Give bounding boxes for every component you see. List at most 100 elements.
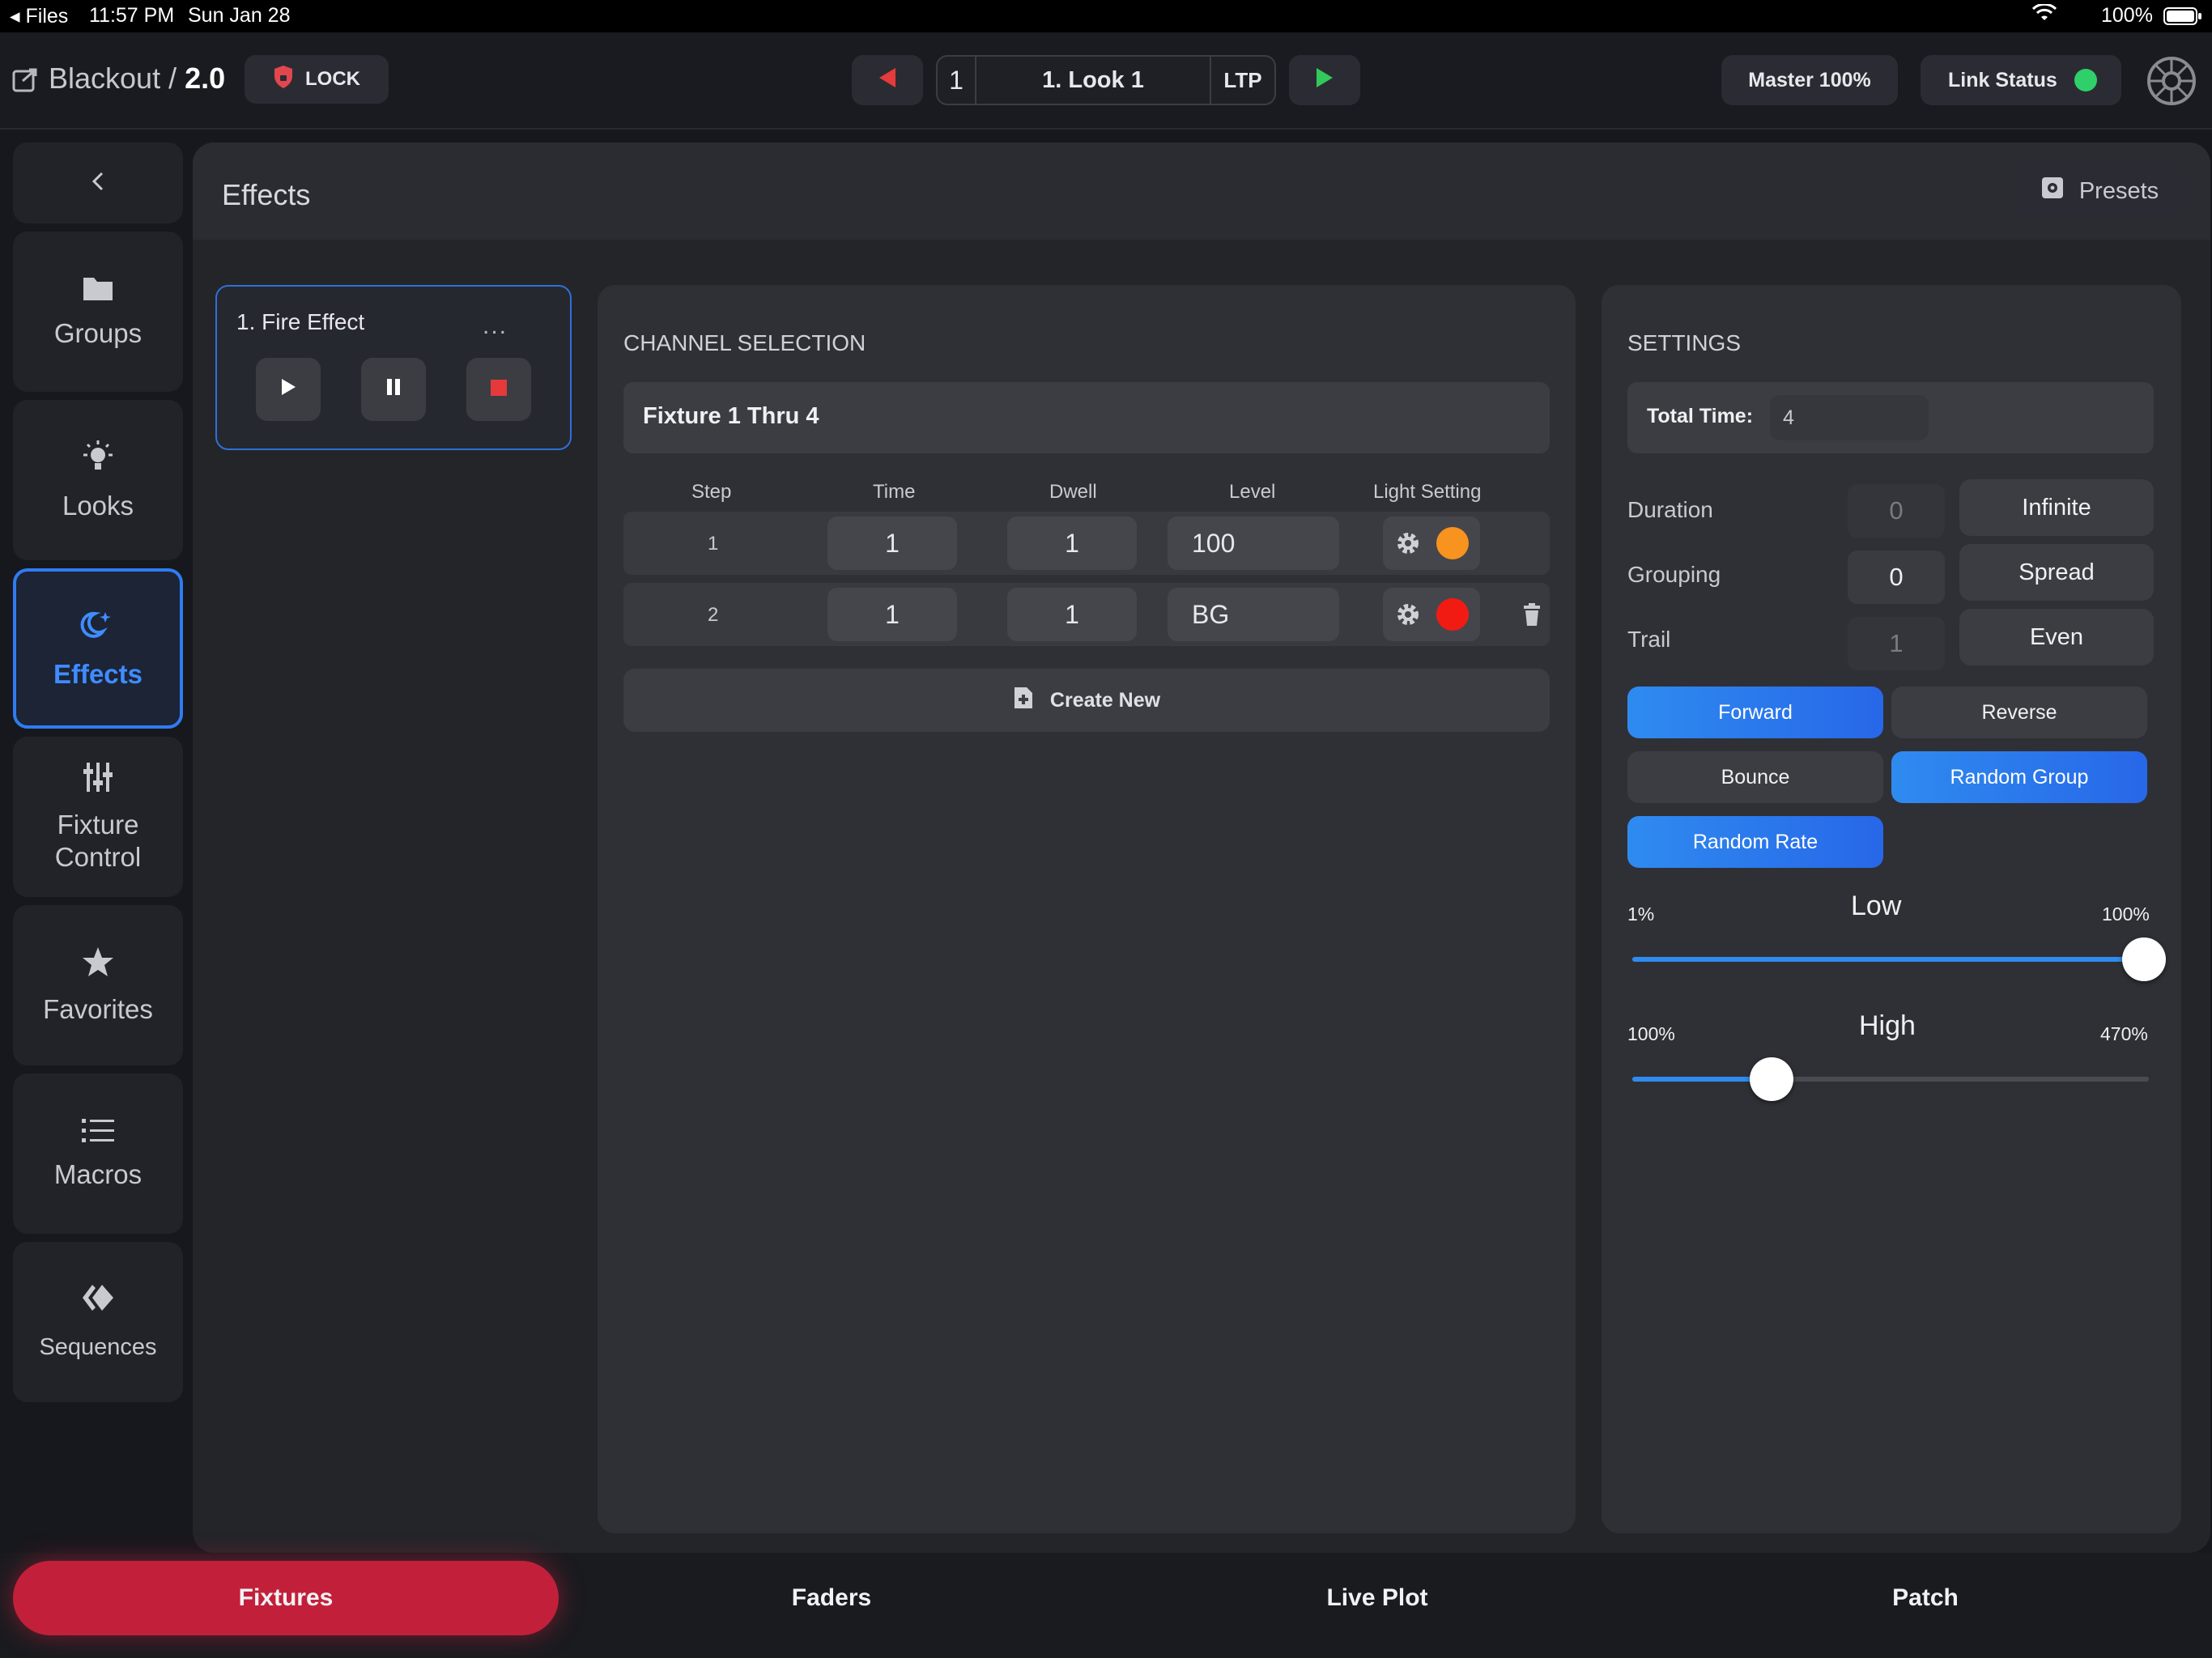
light-color-swatch[interactable] — [1436, 527, 1469, 559]
page-title: Effects — [222, 178, 311, 211]
shield-icon — [273, 65, 294, 95]
sequence-diamond-icon — [81, 1282, 115, 1323]
sidebar-collapse-button[interactable] — [13, 142, 183, 223]
sidebar-item-label: Macros — [53, 1158, 143, 1189]
star-icon — [81, 946, 115, 985]
moon-stars-icon — [80, 607, 116, 650]
dwell-input[interactable]: 1 — [1007, 588, 1137, 641]
duration-input[interactable]: 0 — [1848, 484, 1945, 538]
presets-label: Presets — [2078, 177, 2159, 204]
level-input[interactable]: 100 — [1168, 517, 1339, 570]
gear-icon — [1396, 531, 1420, 559]
sidebar-item-sequences[interactable]: Sequences — [13, 1242, 183, 1402]
stop-icon — [490, 377, 508, 402]
presets-button[interactable]: Presets — [2013, 165, 2186, 217]
settings-heading: SETTINGS — [1627, 330, 1742, 355]
column-header-level: Level — [1229, 481, 1276, 503]
sidebar-item-looks[interactable]: Looks — [13, 400, 183, 560]
status-time: 11:57 PM — [89, 4, 175, 27]
high-slider-max: 470% — [2100, 1023, 2148, 1044]
effect-stop-button[interactable] — [466, 358, 531, 421]
channel-selection-heading: CHANNEL SELECTION — [623, 330, 866, 355]
low-slider-min: 1% — [1627, 903, 1655, 925]
sidebar-item-effects[interactable]: Effects — [13, 568, 183, 729]
previous-cue-button[interactable] — [852, 55, 923, 105]
forward-button[interactable]: Forward — [1627, 687, 1883, 738]
column-header-dwell: Dwell — [1049, 481, 1097, 503]
trail-label: Trail — [1627, 627, 1671, 652]
high-slider-label: High — [1859, 1010, 1916, 1041]
next-cue-button[interactable] — [1289, 55, 1360, 105]
sidebar-item-label: Effects — [53, 658, 143, 689]
effect-name: 1. Fire Effect — [236, 309, 365, 334]
low-slider[interactable] — [1632, 937, 2166, 981]
spread-button[interactable]: Spread — [1959, 544, 2154, 601]
low-slider-thumb[interactable] — [2122, 937, 2166, 981]
settings-wheel-icon[interactable] — [2146, 55, 2197, 111]
sidebar-item-label: Looks — [62, 490, 134, 521]
sidebar-item-macros[interactable]: Macros — [13, 1073, 183, 1234]
back-app-label: Files — [25, 5, 69, 28]
folder-icon — [82, 274, 114, 309]
tab-faders[interactable]: Faders — [559, 1561, 1104, 1635]
bounce-button[interactable]: Bounce — [1627, 751, 1883, 803]
grouping-input[interactable]: 0 — [1848, 551, 1945, 604]
link-status-button[interactable]: Link Status — [1921, 55, 2121, 105]
sidebar-item-label: Favorites — [43, 993, 153, 1024]
trail-input[interactable]: 1 — [1848, 617, 1945, 670]
create-new-label: Create New — [1049, 688, 1161, 712]
cue-mode: LTP — [1223, 67, 1262, 92]
light-color-swatch[interactable] — [1436, 598, 1469, 631]
tab-fixtures[interactable]: Fixtures — [13, 1561, 559, 1635]
add-file-icon — [1013, 686, 1034, 716]
random-rate-button[interactable]: Random Rate — [1627, 816, 1883, 868]
sidebar-item-fixture-control[interactable]: Fixture Control — [13, 737, 183, 897]
high-slider-thumb[interactable] — [1750, 1057, 1794, 1101]
sidebar-item-label: Fixture Control — [54, 809, 142, 872]
master-button[interactable]: Master 100% — [1721, 55, 1898, 105]
trash-icon[interactable] — [1522, 602, 1542, 631]
low-slider-fill — [1632, 957, 2149, 962]
lock-button[interactable]: LOCK — [245, 55, 389, 104]
time-input[interactable]: 1 — [827, 588, 957, 641]
sliders-icon — [82, 761, 114, 801]
create-new-button[interactable]: Create New — [623, 669, 1550, 732]
level-input[interactable]: BG — [1168, 588, 1339, 641]
low-slider-label: Low — [1851, 891, 1902, 921]
total-time-input[interactable]: 4 — [1770, 395, 1929, 440]
triangle-left-icon — [878, 67, 897, 94]
high-slider-min: 100% — [1627, 1023, 1675, 1044]
time-input[interactable]: 1 — [827, 517, 957, 570]
even-button[interactable]: Even — [1959, 609, 2154, 665]
status-bar: ◂ Files 11:57 PM Sun Jan 28 100% — [0, 0, 2212, 32]
sidebar-item-groups[interactable]: Groups — [13, 232, 183, 392]
status-date: Sun Jan 28 — [188, 4, 291, 27]
export-icon[interactable] — [11, 65, 40, 98]
tab-patch[interactable]: Patch — [1650, 1561, 2201, 1635]
cue-display[interactable]: 1 1. Look 1 LTP — [936, 55, 1276, 105]
play-icon — [280, 377, 296, 402]
page-header — [193, 142, 2210, 240]
high-slider[interactable] — [1632, 1057, 2149, 1101]
presets-icon — [2040, 176, 2065, 206]
chevron-left-icon — [90, 167, 106, 199]
column-header-step: Step — [691, 481, 732, 503]
duration-label: Duration — [1627, 497, 1713, 522]
reverse-button[interactable]: Reverse — [1891, 687, 2147, 738]
infinite-button[interactable]: Infinite — [1959, 479, 2154, 536]
tab-live-plot[interactable]: Live Plot — [1104, 1561, 1650, 1635]
sidebar-item-favorites[interactable]: Favorites — [13, 905, 183, 1065]
effect-more-button[interactable]: ... — [483, 312, 508, 340]
grouping-label: Grouping — [1627, 562, 1721, 587]
sidebar-item-label: Groups — [53, 317, 143, 348]
effect-pause-button[interactable] — [361, 358, 426, 421]
light-setting-control[interactable] — [1383, 588, 1480, 641]
back-to-app-link[interactable]: ◂ Files — [10, 4, 68, 28]
dwell-input[interactable]: 1 — [1007, 517, 1137, 570]
random-group-button[interactable]: Random Group — [1891, 751, 2147, 803]
light-setting-control[interactable] — [1383, 517, 1480, 570]
column-header-light-setting: Light Setting — [1373, 481, 1482, 503]
battery-percent: 100% — [2101, 4, 2153, 27]
effect-play-button[interactable] — [256, 358, 321, 421]
link-status-indicator — [2074, 69, 2097, 91]
